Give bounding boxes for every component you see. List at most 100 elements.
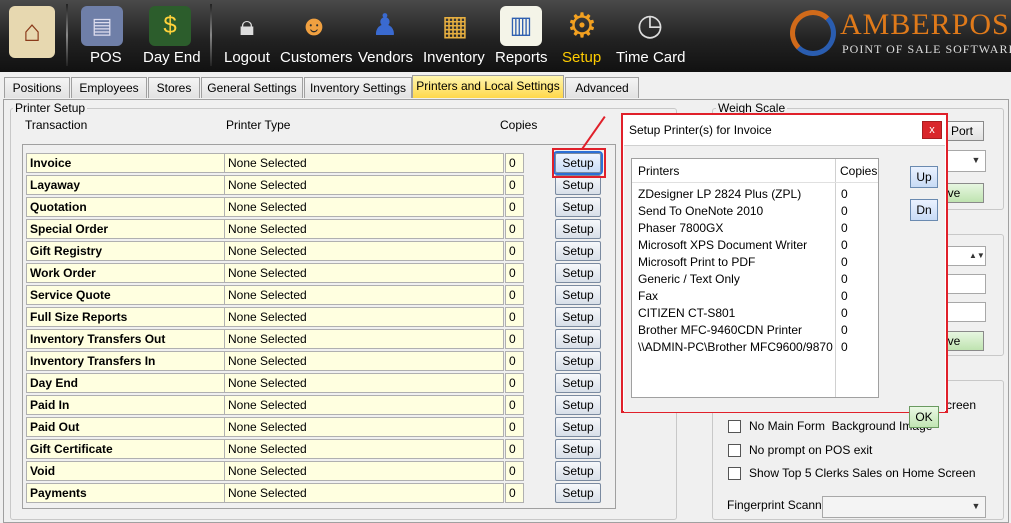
setup-button[interactable]: Setup — [555, 263, 601, 283]
setup-button[interactable]: Setup — [555, 351, 601, 371]
printer-copies: 0 — [841, 323, 848, 337]
transaction-name: Service Quote — [26, 285, 225, 305]
printer-name: CITIZEN CT-S801 — [638, 306, 736, 320]
transaction-name: Invoice — [26, 153, 225, 173]
transaction-name: Work Order — [26, 263, 225, 283]
toolbar-reports-label: Reports — [495, 49, 548, 66]
table-row: Inventory Transfers In None Selected 0 Setu… — [26, 351, 606, 371]
fingerprint-scanner-select[interactable]: ▼ — [822, 496, 986, 518]
tab-advanced[interactable]: Advanced — [565, 77, 639, 98]
setup-button[interactable]: Setup — [555, 175, 601, 195]
checkbox-label: No prompt on POS exit — [749, 443, 873, 457]
setup-button[interactable]: Setup — [555, 439, 601, 459]
amberpos-logo: AMBERPOS POINT OF SALE SOFTWARE — [790, 6, 1011, 64]
copies-value[interactable]: 0 — [505, 263, 524, 283]
col-printers-header: Printers — [638, 164, 680, 178]
vendor-icon: ♟ — [371, 9, 399, 42]
customers-icon: ☻ — [299, 10, 329, 41]
copies-value[interactable]: 0 — [505, 351, 524, 371]
printer-name: Send To OneNote 2010 — [638, 204, 764, 218]
setup-button[interactable]: Setup — [555, 197, 601, 217]
transaction-name: Full Size Reports — [26, 307, 225, 327]
copies-value[interactable]: 0 — [505, 175, 524, 195]
copies-value[interactable]: 0 — [505, 197, 524, 217]
copies-value[interactable]: 0 — [505, 241, 524, 261]
table-row: Paid In None Selected 0 Setup — [26, 395, 606, 415]
table-row: Full Size Reports None Selected 0 Setup — [26, 307, 606, 327]
printer-type: None Selected — [224, 395, 504, 415]
pos-terminal-icon: ▤ — [81, 6, 123, 46]
tab-general-settings[interactable]: General Settings — [201, 77, 303, 98]
inventory-icon: ▦ — [441, 10, 469, 41]
tab-inventory-settings[interactable]: Inventory Settings — [304, 77, 412, 98]
show-top-5-clerks-option[interactable]: Show Top 5 Clerks Sales on Home Screen — [728, 466, 976, 480]
copies-value[interactable]: 0 — [505, 373, 524, 393]
move-up-button[interactable]: Up — [910, 166, 938, 188]
toolbar-home[interactable]: ⌂ — [6, 0, 58, 72]
toolbar-customers[interactable]: ☻ Customers — [280, 0, 353, 72]
toolbar-pos[interactable]: ▤ POS — [80, 0, 124, 72]
ok-button[interactable]: OK — [909, 406, 939, 428]
transaction-name: Paid In — [26, 395, 225, 415]
copies-value[interactable]: 0 — [505, 153, 524, 173]
printer-type: None Selected — [224, 197, 504, 217]
checkbox[interactable] — [728, 419, 741, 433]
setup-button[interactable]: Setup — [555, 329, 601, 349]
setup-button[interactable]: Setup — [555, 241, 601, 261]
tab-positions[interactable]: Positions — [4, 77, 70, 98]
chevron-down-icon: ▼ — [971, 501, 981, 511]
copies-value[interactable]: 0 — [505, 285, 524, 305]
printer-copies: 0 — [841, 272, 848, 286]
table-row: Inventory Transfers Out None Selected 0 Set… — [26, 329, 606, 349]
copies-value[interactable]: 0 — [505, 439, 524, 459]
copies-value[interactable]: 0 — [505, 483, 524, 503]
copies-value[interactable]: 0 — [505, 395, 524, 415]
printer-name: Microsoft XPS Document Writer — [638, 238, 808, 252]
clipped-option-text: creen — [946, 398, 977, 412]
toolbar-logout[interactable]: 🔒︎ Logout — [224, 0, 270, 72]
setup-button[interactable]: Setup — [555, 219, 601, 239]
move-down-button[interactable]: Dn — [910, 199, 938, 221]
printer-name: Microsoft Print to PDF — [638, 255, 756, 269]
toolbar-setup[interactable]: ⚙ Setup — [560, 0, 604, 72]
toolbar-time-card[interactable]: ◷ Time Card — [614, 0, 686, 72]
transaction-name: Gift Certificate — [26, 439, 225, 459]
printer-type: None Selected — [224, 263, 504, 283]
toolbar-vendors[interactable]: ♟ Vendors — [358, 0, 413, 72]
printer-name: Phaser 7800GX — [638, 221, 724, 235]
setup-button[interactable]: Setup — [555, 373, 601, 393]
setup-button[interactable]: Setup — [555, 307, 601, 327]
transaction-name: Payments — [26, 483, 225, 503]
toolbar-inventory[interactable]: ▦ Inventory — [422, 0, 488, 72]
transaction-name: Quotation — [26, 197, 225, 217]
toolbar-day-end[interactable]: $ Day End — [140, 0, 201, 72]
copies-value[interactable]: 0 — [505, 307, 524, 327]
table-row: Gift Certificate None Selected 0 Setup — [26, 439, 606, 459]
printers-list[interactable]: Printers Copies ZDesigner LP 2824 Plus (… — [631, 158, 879, 398]
tab-employees[interactable]: Employees — [71, 77, 147, 98]
setup-button[interactable]: Setup — [555, 483, 601, 503]
setup-button[interactable]: Setup — [555, 417, 601, 437]
printer-type: None Selected — [224, 439, 504, 459]
no-prompt-on-pos-exit-option[interactable]: No prompt on POS exit — [728, 443, 872, 457]
close-icon[interactable]: x — [922, 121, 942, 139]
toolbar-reports[interactable]: ▥ Reports — [494, 0, 548, 72]
transaction-name: Gift Registry — [26, 241, 225, 261]
copies-value[interactable]: 0 — [505, 417, 524, 437]
printer-type: None Selected — [224, 307, 504, 327]
checkbox[interactable] — [728, 466, 741, 480]
setup-button[interactable]: Setup — [555, 285, 601, 305]
tab-stores[interactable]: Stores — [148, 77, 200, 98]
transaction-name: Layaway — [26, 175, 225, 195]
setup-button[interactable]: Setup — [555, 395, 601, 415]
tab-printers-and-local-settings[interactable]: Printers and Local Settings — [412, 75, 564, 98]
copies-value[interactable]: 0 — [505, 219, 524, 239]
toolbar-customers-label: Customers — [280, 49, 353, 66]
checkbox[interactable] — [728, 443, 741, 457]
cash-register-icon: $ — [149, 6, 191, 46]
header-divider — [632, 182, 878, 183]
no-main-form-background-option[interactable]: No Main Form Background Image — [728, 419, 932, 433]
setup-button[interactable]: Setup — [555, 461, 601, 481]
copies-value[interactable]: 0 — [505, 461, 524, 481]
copies-value[interactable]: 0 — [505, 329, 524, 349]
